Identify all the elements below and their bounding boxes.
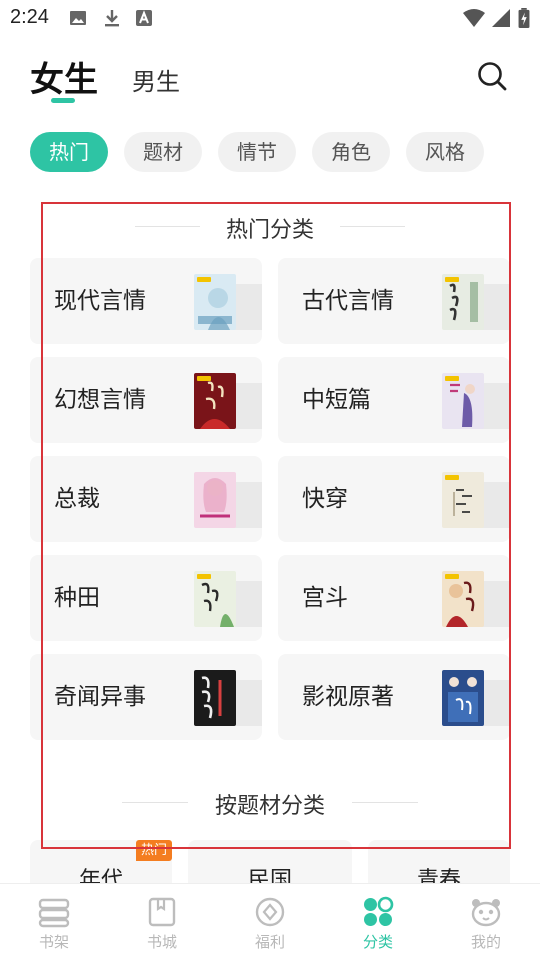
wifi-icon (463, 9, 485, 27)
book-cover (194, 274, 236, 330)
chip-plot[interactable]: 情节 (218, 132, 296, 172)
category-card-tv-original[interactable]: 影视原著 (278, 654, 510, 740)
category-card-strange-tales[interactable]: 奇闻异事 (30, 654, 262, 740)
chip-style[interactable]: 风格 (406, 132, 484, 172)
font-a-icon (136, 10, 152, 26)
category-card-fantasy-romance[interactable]: 幻想言情 (30, 357, 262, 443)
book-cover (194, 472, 236, 528)
status-time: 2:24 (10, 6, 49, 28)
cover-art (449, 282, 478, 322)
category-card-palace[interactable]: 宫斗 (278, 555, 510, 641)
nav-label: 书城 (146, 933, 177, 951)
book-cover (442, 472, 484, 528)
category-label: 幻想言情 (54, 387, 146, 413)
category-label: 种田 (54, 585, 100, 611)
cover-art (448, 677, 478, 722)
category-label: 现代言情 (54, 288, 146, 314)
hot-badge: 热门 (136, 840, 172, 861)
category-label: 中短篇 (302, 387, 371, 413)
category-label: 奇闻异事 (54, 684, 146, 710)
book-cover (442, 670, 484, 726)
category-label: 影视原著 (302, 684, 394, 710)
nav-welfare[interactable]: 福利 (216, 884, 324, 960)
nav-category[interactable]: 分类 (324, 884, 432, 960)
chip-role[interactable]: 角色 (312, 132, 390, 172)
tab-male[interactable]: 男生 (132, 62, 180, 97)
chip-hot[interactable]: 热门 (30, 132, 108, 172)
cover-art (450, 383, 475, 427)
search-icon[interactable] (474, 58, 510, 94)
cover-badge (445, 574, 459, 579)
category-card-farming[interactable]: 种田 (30, 555, 262, 641)
category-label: 总裁 (54, 486, 100, 512)
section-title-subject: 按题材分类 (214, 794, 325, 819)
category-card-short-story[interactable]: 中短篇 (278, 357, 510, 443)
book-cover (194, 670, 236, 726)
nav-bookstore[interactable]: 书城 (108, 884, 216, 960)
chip-subject[interactable]: 题材 (124, 132, 202, 172)
category-label: 快穿 (302, 486, 348, 512)
cover-art (201, 676, 222, 719)
cover-art (200, 381, 230, 429)
welfare-icon (255, 897, 285, 927)
nav-profile[interactable]: 我的 (432, 884, 540, 960)
bookshelf-icon (38, 898, 70, 928)
status-bar: 2:24 (0, 0, 540, 40)
cover-badge (445, 376, 459, 381)
category-label: 古代言情 (302, 288, 394, 314)
signal-icon (492, 9, 510, 27)
nav-label: 分类 (362, 933, 393, 951)
book-cover (442, 274, 484, 330)
bookstore-icon (148, 897, 176, 927)
cover-art (200, 478, 230, 518)
book-cover (442, 373, 484, 429)
cover-art (453, 489, 472, 516)
book-cover (194, 571, 236, 627)
category-card-ancient-romance[interactable]: 古代言情 (278, 258, 510, 344)
cover-art (198, 288, 232, 330)
category-label: 宫斗 (302, 585, 348, 611)
cover-badge (197, 277, 211, 282)
divider-line (352, 802, 418, 803)
cover-badge (445, 277, 459, 282)
tab-active-indicator (51, 98, 75, 103)
nav-label: 书架 (38, 933, 69, 951)
bottom-nav: 书架 书城 福利 分类 我的 (0, 883, 540, 960)
battery-icon (518, 8, 530, 28)
book-cover (194, 373, 236, 429)
tab-female[interactable]: 女生 (30, 52, 98, 101)
category-icon (364, 896, 394, 926)
cover-badge (197, 376, 211, 381)
download-icon (105, 10, 119, 27)
section-title-hot: 热门分类 (225, 218, 314, 243)
profile-icon (471, 899, 501, 927)
divider-line (340, 226, 405, 227)
nav-label: 福利 (254, 933, 285, 951)
nav-bookshelf[interactable]: 书架 (0, 884, 108, 960)
cover-badge (445, 475, 459, 480)
book-cover (442, 571, 484, 627)
category-card-ceo[interactable]: 总裁 (30, 456, 262, 542)
cover-art (446, 581, 475, 627)
cover-art (201, 582, 234, 627)
nav-label: 我的 (470, 933, 501, 951)
category-card-quick-travel[interactable]: 快穿 (278, 456, 510, 542)
image-icon (70, 11, 86, 25)
cover-badge (197, 574, 211, 579)
category-card-modern-romance[interactable]: 现代言情 (30, 258, 262, 344)
